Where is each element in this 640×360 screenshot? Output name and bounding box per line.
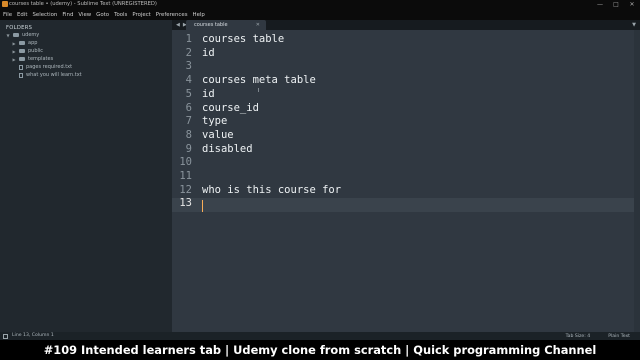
syntax-selector[interactable]: Plain Text <box>608 334 630 339</box>
app-icon <box>2 1 8 7</box>
file-icon <box>19 64 23 70</box>
line-number: 2 <box>185 46 192 59</box>
menu-bar: File Edit Selection Find View Goto Tools… <box>0 9 640 20</box>
line-number: 11 <box>179 170 192 182</box>
line-number: 4 <box>185 74 192 87</box>
tree-item-label: pages required.txt <box>26 64 73 70</box>
menu-project[interactable]: Project <box>132 12 150 18</box>
text-caret <box>202 199 204 212</box>
tree-item-label: public <box>28 48 44 54</box>
code-line: disabled <box>202 142 253 155</box>
tree-item-templates[interactable]: ▶ templates <box>12 56 53 62</box>
menu-selection[interactable]: Selection <box>32 12 57 18</box>
menu-help[interactable]: Help <box>193 12 205 18</box>
text-cursor-icon: I <box>258 88 260 94</box>
chevron-right-icon: ▶ <box>12 40 16 46</box>
video-caption: #109 Intended learners tab | Udemy clone… <box>0 340 640 360</box>
tree-root-udemy[interactable]: ▼ udemy <box>6 32 39 38</box>
tab-size-selector[interactable]: Tab Size: 4 <box>566 334 591 339</box>
tree-item-label: udemy <box>22 32 40 38</box>
sidebar: FOLDERS ▼ udemy ▶ app ▶ public ▶ templat… <box>0 20 172 332</box>
minimize-button[interactable]: — <box>596 0 604 9</box>
tree-item-what-you-will-learn[interactable]: what you will learn.txt <box>19 72 82 78</box>
line-number: 5 <box>185 87 192 100</box>
maximize-button[interactable]: □ <box>612 0 620 9</box>
line-number-gutter: 1 2 3 4 5 6 7 8 9 10 11 12 13 <box>172 30 194 332</box>
line-number: 3 <box>185 60 192 73</box>
status-bar: Line 13, Column 1 Tab Size: 4 Plain Text <box>0 332 640 340</box>
line-number: 6 <box>185 101 192 114</box>
line-number: 10 <box>179 156 192 169</box>
arrow-left-icon[interactable]: ◀ <box>176 22 180 28</box>
scrollbar[interactable] <box>634 30 640 332</box>
code-line: who is this course for <box>202 183 342 196</box>
tab-label: courses table <box>194 22 228 28</box>
close-button[interactable]: ✕ <box>628 0 636 9</box>
chevron-down-icon: ▼ <box>6 32 10 38</box>
title-bar: courses table • (udemy) - Sublime Text (… <box>0 0 640 9</box>
status-right: Tab Size: 4 Plain Text <box>566 332 630 340</box>
current-line-highlight <box>172 198 640 213</box>
line-number-current: 13 <box>179 197 192 210</box>
code-line: courses meta table <box>202 74 316 87</box>
menu-view[interactable]: View <box>78 12 91 18</box>
tree-item-label: what you will learn.txt <box>26 72 82 78</box>
menu-tools[interactable]: Tools <box>114 12 127 18</box>
folder-icon <box>19 57 25 61</box>
tree-item-label: app <box>28 40 38 46</box>
menu-file[interactable]: File <box>3 12 12 18</box>
chevron-down-icon[interactable]: ▼ <box>632 20 636 30</box>
folder-open-icon <box>13 33 19 37</box>
close-icon[interactable]: ✕ <box>256 20 260 30</box>
tree-item-label: templates <box>28 56 54 62</box>
cursor-position: Line 13, Column 1 <box>12 333 54 338</box>
code-line: id <box>202 87 215 100</box>
tree-item-public[interactable]: ▶ public <box>12 48 43 54</box>
code-line: value <box>202 128 234 141</box>
code-line: courses table <box>202 33 285 45</box>
menu-preferences[interactable]: Preferences <box>156 12 188 18</box>
code-line: id <box>202 46 215 59</box>
menu-find[interactable]: Find <box>62 12 73 18</box>
line-number: 12 <box>179 183 192 196</box>
tree-item-pages-required[interactable]: pages required.txt <box>19 64 72 70</box>
tab-bar: ◀ ▶ courses table ✕ ▼ <box>172 20 640 30</box>
panel-toggle-icon[interactable] <box>3 333 8 339</box>
tree-item-app[interactable]: ▶ app <box>12 40 37 46</box>
menu-goto[interactable]: Goto <box>96 12 109 18</box>
line-number: 7 <box>185 115 192 128</box>
chevron-right-icon: ▶ <box>12 56 16 62</box>
window-controls: — □ ✕ <box>596 0 636 9</box>
code-line: course_id <box>202 101 259 114</box>
folders-header: FOLDERS <box>6 25 33 31</box>
code-line: type <box>202 115 228 128</box>
line-number: 1 <box>185 33 192 45</box>
code-editor[interactable]: 1 2 3 4 5 6 7 8 9 10 11 12 13 courses ta… <box>172 30 640 332</box>
caption-text: #109 Intended learners tab | Udemy clone… <box>43 343 597 357</box>
line-number: 8 <box>185 128 192 141</box>
window-title: courses table • (udemy) - Sublime Text (… <box>9 1 157 7</box>
chevron-right-icon: ▶ <box>12 48 16 54</box>
folder-icon <box>19 41 25 45</box>
menu-edit[interactable]: Edit <box>17 12 27 18</box>
folder-icon <box>19 49 25 53</box>
tab-courses-table[interactable]: courses table ✕ <box>186 20 266 30</box>
line-number: 9 <box>185 142 192 155</box>
file-icon <box>19 72 23 78</box>
